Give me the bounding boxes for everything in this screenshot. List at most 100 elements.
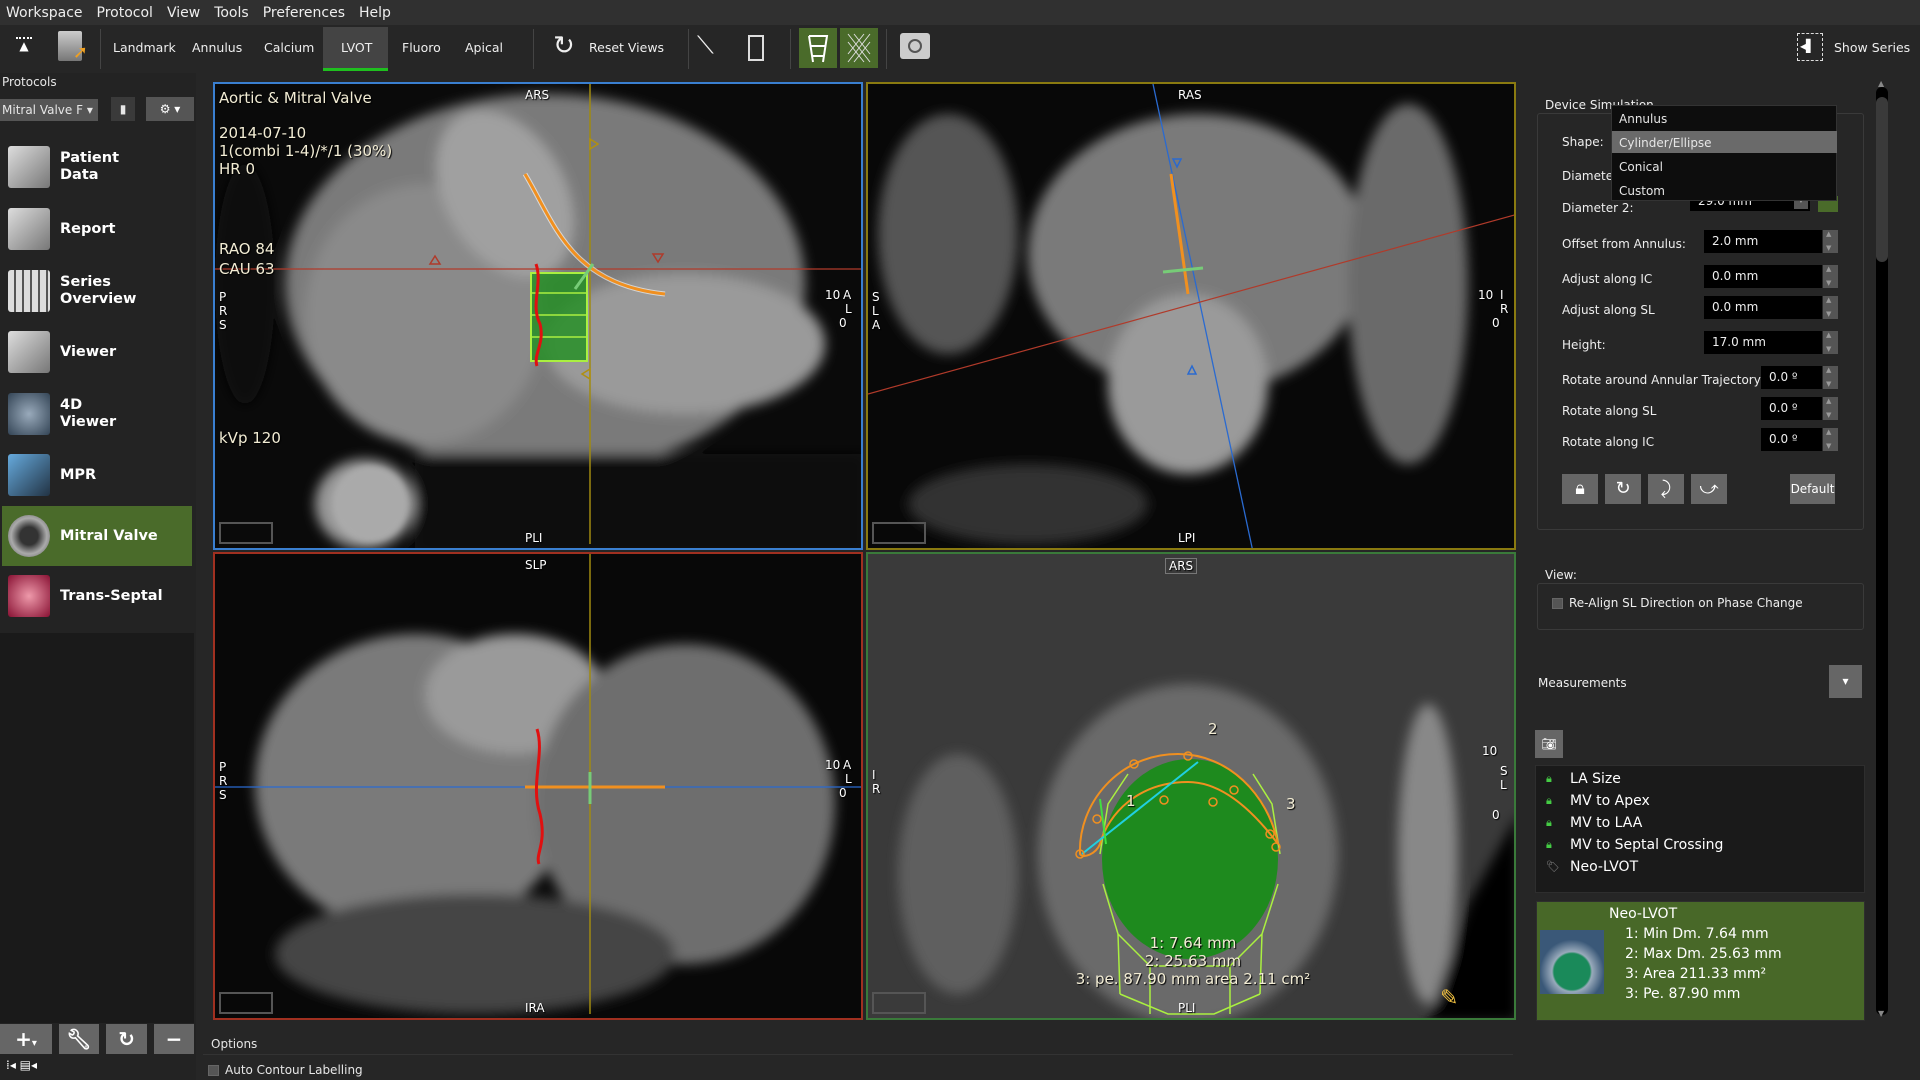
sidebar-empty-area	[0, 633, 194, 1023]
rotate-sl-input[interactable]: 0.0 º	[1761, 397, 1822, 420]
menu-tools[interactable]: Tools	[214, 5, 249, 21]
detail-title: Neo-LVOT	[1609, 906, 1678, 922]
scale-bottom: 0	[1492, 808, 1500, 822]
rotate-ic-button[interactable]: ⤻	[1691, 474, 1727, 504]
load-protocol-icon[interactable]: ➚	[58, 31, 88, 63]
save-protocol-button[interactable]: ▮	[111, 97, 135, 121]
snapshot-button[interactable]: 📷︎	[1535, 730, 1563, 758]
list-item[interactable]: 🔒︎ MV to Apex	[1546, 793, 1650, 809]
sidebar-item-mitral-valve[interactable]: Mitral Valve	[2, 506, 192, 566]
tab-calcium[interactable]: Calcium	[264, 40, 314, 55]
sidebar-item-patient-data[interactable]: Patient Data	[2, 138, 192, 196]
shape-dropdown[interactable]: Annulus Cylinder/Ellipse Conical Custom	[1611, 105, 1837, 201]
device-mesh-button[interactable]	[840, 28, 878, 68]
protocol-select[interactable]: Mitral Valve F ▾	[0, 99, 98, 121]
scrollbar-thumb[interactable]	[1876, 97, 1888, 262]
checkbox[interactable]	[208, 1064, 219, 1076]
wrench-button[interactable]: 🔧︎	[59, 1024, 99, 1054]
sidebar-item-4d-viewer[interactable]: 4D Viewer	[2, 385, 192, 443]
list-item[interactable]: 🔒︎ MV to LAA	[1546, 815, 1642, 831]
viewport-neo-lvot[interactable]: 1 2 3 1: 7.64 mm 2: 25.63 mm 3: pe. 87.9…	[866, 552, 1516, 1020]
protocol-settings-button[interactable]: ⚙ ▾	[146, 97, 194, 121]
centerline-icon[interactable]: ⟍	[697, 31, 714, 59]
adjust-ic-spinner[interactable]	[1823, 265, 1838, 288]
camera-icon[interactable]	[900, 33, 930, 59]
viewport-short-axis[interactable]: RAS LPI S L A 10 I R 0	[866, 82, 1516, 550]
orientation-left-1: P	[219, 290, 227, 304]
sidebar-item-trans-septal[interactable]: Trans-Septal	[2, 567, 192, 625]
list-item[interactable]: 🔒︎ MV to Septal Crossing	[1546, 837, 1723, 853]
menu-protocol[interactable]: Protocol	[97, 5, 153, 21]
offset-input[interactable]: 2.0 mm	[1704, 230, 1822, 253]
shape-option-cylinder-ellipse[interactable]: Cylinder/Ellipse	[1612, 131, 1837, 153]
auto-contour-checkbox[interactable]: Auto Contour Labelling	[203, 1054, 1513, 1080]
checkbox[interactable]	[1552, 597, 1563, 609]
tab-apical[interactable]: Apical	[465, 40, 503, 55]
height-spinner[interactable]	[1823, 331, 1838, 354]
presentation-icon[interactable]: ▲	[16, 37, 32, 53]
offset-spinner[interactable]	[1823, 230, 1838, 253]
collapse-left-icon[interactable]: ⁞◂ ▤◂	[6, 1058, 37, 1072]
mpr-icon	[8, 454, 50, 496]
shape-option-annulus[interactable]: Annulus	[1619, 112, 1667, 126]
sidebar-item-report[interactable]: Report	[2, 200, 192, 258]
realign-checkbox[interactable]: Re-Align SL Direction on Phase Change	[1552, 596, 1803, 610]
scroll-down-icon[interactable]: ▼	[1878, 1009, 1884, 1018]
menu-view[interactable]: View	[167, 5, 200, 21]
tab-landmark[interactable]: Landmark	[113, 40, 176, 55]
measurements-menu-button[interactable]: ▾	[1829, 665, 1862, 698]
orientation-bottom: LPI	[1178, 531, 1196, 545]
sidebar-item-viewer[interactable]: Viewer	[2, 323, 192, 381]
sidebar-item-series-overview[interactable]: Series Overview	[2, 262, 192, 320]
menu-help[interactable]: Help	[359, 5, 391, 21]
report-icon	[8, 208, 50, 250]
adjust-sl-spinner[interactable]	[1823, 296, 1838, 319]
scroll-up-icon[interactable]: ▲	[1878, 79, 1884, 88]
tab-lvot[interactable]: LVOT	[341, 40, 372, 55]
undo-button[interactable]: ↻	[106, 1024, 147, 1054]
shape-option-custom[interactable]: Custom	[1619, 184, 1665, 198]
options-title: Options	[211, 1037, 258, 1051]
protocols-sidebar: Protocols Mitral Valve F ▾ ▮ ⚙ ▾ Patient…	[0, 73, 196, 1080]
scrollbar[interactable]	[1876, 87, 1888, 1015]
shape-option-conical[interactable]: Conical	[1619, 160, 1663, 174]
patient-data-icon	[8, 146, 50, 188]
rotate-sl-button[interactable]: ⤸	[1648, 474, 1684, 504]
scale-top: 10	[825, 288, 841, 302]
show-series-icon[interactable]: ◂▌	[1797, 33, 1823, 61]
remove-button[interactable]: −	[154, 1024, 194, 1054]
measurement-detail[interactable]: Neo-LVOT 1: Min Dm. 7.64 mm 2: Max Dm. 2…	[1536, 901, 1865, 1021]
tab-fluoro[interactable]: Fluoro	[402, 40, 441, 55]
device-cylinder-button[interactable]	[799, 28, 837, 68]
viewport-aortic-mitral[interactable]: Aortic & Mitral Valve 2014-07-10 1(combi…	[213, 82, 863, 550]
height-input[interactable]: 17.0 mm	[1704, 331, 1822, 354]
add-button[interactable]: +▾	[0, 1024, 52, 1054]
kvp: kVp 120	[219, 429, 281, 447]
rotate-ic-spinner[interactable]	[1823, 428, 1838, 451]
menu-workspace[interactable]: Workspace	[6, 5, 83, 21]
show-series-button[interactable]: Show Series	[1834, 40, 1910, 55]
sidebar-item-mpr[interactable]: MPR	[2, 446, 192, 504]
adjust-sl-label: Adjust along SL	[1562, 303, 1655, 317]
viewport-long-axis[interactable]: SLP IRA P R S 10 A L 0	[213, 552, 863, 1020]
clip-icon[interactable]	[748, 35, 764, 61]
list-item[interactable]: 🔒︎ LA Size	[1546, 771, 1621, 787]
pencil-icon[interactable]: ✎	[1440, 986, 1458, 1011]
menu-preferences[interactable]: Preferences	[263, 5, 345, 21]
rotate-sl-spinner[interactable]	[1823, 397, 1838, 420]
rotate-ic-input[interactable]: 0.0 º	[1761, 428, 1822, 451]
scale-letter-1: A	[843, 288, 852, 302]
reset-views-button[interactable]: Reset Views	[589, 40, 664, 55]
rotate-button[interactable]: ↻	[1605, 474, 1641, 504]
tab-annulus[interactable]: Annulus	[192, 40, 242, 55]
adjust-ic-input[interactable]: 0.0 mm	[1704, 265, 1822, 288]
default-button[interactable]: Default	[1790, 474, 1835, 504]
rotate-annular-input[interactable]: 0.0 º	[1761, 366, 1822, 389]
rotate-annular-spinner[interactable]	[1823, 366, 1838, 389]
sidebar-item-label: MPR	[60, 466, 97, 483]
adjust-sl-input[interactable]: 0.0 mm	[1704, 296, 1822, 319]
reset-icon[interactable]: ↻	[553, 31, 575, 61]
list-item[interactable]: 🏷︎ Neo-LVOT	[1546, 859, 1638, 875]
lock-button[interactable]: 🔒︎	[1562, 474, 1598, 504]
scale-letter-1: S	[1500, 764, 1508, 778]
